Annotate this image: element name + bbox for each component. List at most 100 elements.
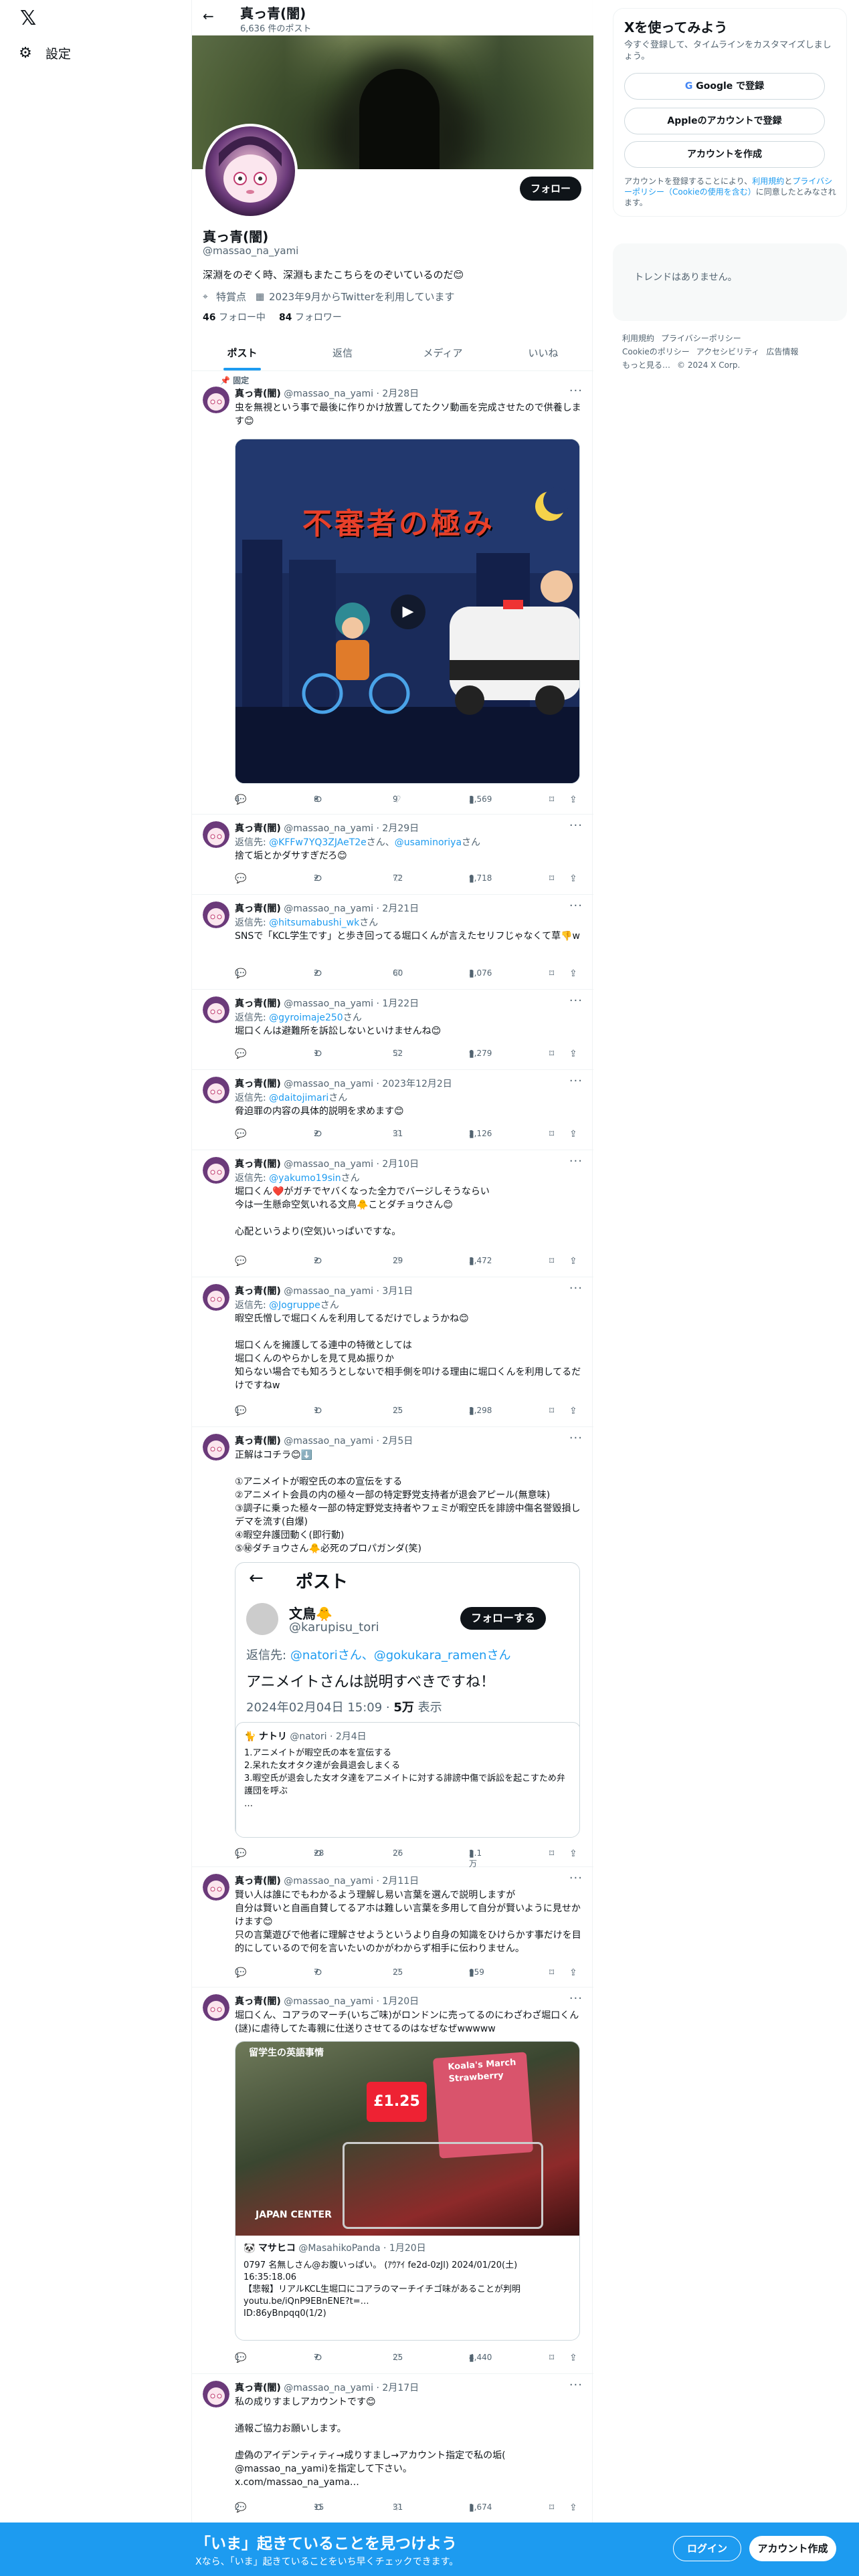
tweet-date[interactable]: 2月17日 [382,2383,419,2393]
footer-link[interactable]: 広告情報 [766,345,798,358]
more-icon[interactable]: ··· [569,384,583,398]
tweet-date[interactable]: 1月20日 [382,1996,419,2007]
tweet-author-name[interactable]: 真っ青(闇) [235,1876,281,1887]
more-icon[interactable]: ··· [569,994,583,1008]
login-button[interactable]: ログイン [673,2536,741,2561]
google-signup-button[interactable]: G Google で登録 [624,73,825,100]
tweet-date[interactable]: 2月21日 [382,903,419,914]
tweet-author-handle[interactable]: @massao_na_yami [284,1286,373,1297]
more-icon[interactable]: ··· [569,1992,583,2006]
more-icon[interactable]: ··· [569,1154,583,1168]
reply-to-link[interactable]: @usaminoriya [395,837,462,848]
tweet[interactable]: 真っ青(闇) @massao_na_yami · 2023年12月2日 ··· … [192,1070,593,1150]
reply-to-link[interactable]: @daitojimari [269,1093,328,1103]
tab-posts[interactable]: ポスト [192,336,292,370]
avatar[interactable] [203,1434,229,1461]
tweet-video[interactable]: 不審者の極み ▶ [235,439,580,784]
more-icon[interactable]: ··· [569,2378,583,2392]
avatar[interactable] [203,1874,229,1901]
tweet-author-handle[interactable]: @massao_na_yami [284,903,373,914]
back-arrow-icon[interactable]: ← [203,8,214,24]
reply-to-link[interactable]: @yakumo19sin [269,1173,341,1184]
more-icon[interactable]: ··· [569,899,583,913]
footer-link[interactable]: 利用規約 [622,332,654,345]
tab-replies[interactable]: 返信 [292,336,393,370]
tweet-author-handle[interactable]: @massao_na_yami [284,998,373,1009]
tweet-date[interactable]: 2月28日 [382,389,419,399]
quoted-tweet[interactable]: Koala's March Strawberry £1.25 留学生の英語事情 … [235,2041,580,2341]
tweet-author-handle[interactable]: @massao_na_yami [284,2383,373,2393]
reply-to-link[interactable]: @hitsumabushi_wk [269,918,359,928]
signup-button[interactable]: アカウント作成 [749,2536,836,2561]
footer-link[interactable]: プライバシーポリシー [661,332,741,345]
tweet-author-name[interactable]: 真っ青(闇) [235,998,281,1009]
more-icon[interactable]: ··· [569,1871,583,1885]
tweet-author-handle[interactable]: @massao_na_yami [284,1159,373,1170]
avatar[interactable] [203,1077,229,1103]
terms-link[interactable]: 利用規約 [752,177,784,186]
following-link[interactable]: 46 フォロー中 [203,310,266,324]
x-logo-icon[interactable]: 𝕏 [20,7,44,31]
tweet-date[interactable]: 3月1日 [382,1286,413,1297]
tweet-date[interactable]: 2月5日 [382,1436,413,1446]
tweet-image-screenshot[interactable]: ← ポスト 文鳥🐥 @karupisu_tori フォローする 返信先: @na… [235,1562,580,1838]
tweet-author-name[interactable]: 真っ青(闇) [235,903,281,914]
tweet-author-handle[interactable]: @massao_na_yami [284,1436,373,1446]
tweet[interactable]: 真っ青(闇) @massao_na_yami · 3月1日 ··· 返信先: @… [192,1277,593,1427]
cookie-link[interactable]: （Cookieの使用を含む） [664,187,756,197]
tweet-author-handle[interactable]: @massao_na_yami [284,1079,373,1089]
footer-link[interactable]: アクセシビリティ [696,345,760,358]
avatar[interactable] [203,821,229,848]
tweet[interactable]: 真っ青(闇) @massao_na_yami · 2月21日 ··· 返信先: … [192,895,593,990]
more-icon[interactable]: ··· [569,1431,583,1445]
more-icon[interactable]: ··· [569,1281,583,1295]
reply-to-link[interactable]: @Jogruppe [269,1300,320,1311]
followers-link[interactable]: 84 フォロワー [279,310,342,324]
avatar[interactable] [203,901,229,928]
tweet[interactable]: 真っ青(闇) @massao_na_yami · 2月29日 ··· 返信先: … [192,815,593,895]
avatar[interactable] [203,996,229,1023]
follow-button[interactable]: フォロー [519,177,581,201]
tweet[interactable]: 真っ青(闇) @massao_na_yami · 1月20日 ··· 堀口くん、… [192,1988,593,2374]
tweet-author-handle[interactable]: @massao_na_yami [284,1876,373,1887]
tweet[interactable]: 真っ青(闇) @massao_na_yami · 2月17日 ··· 私の成りす… [192,2374,593,2523]
play-icon[interactable]: ▶ [391,595,425,629]
tweet-author-name[interactable]: 真っ青(闇) [235,389,281,399]
tweet[interactable]: 真っ青(闇) @massao_na_yami · 2月28日 ··· 虫を無視と… [192,380,593,815]
footer-link[interactable]: Cookieのポリシー [622,345,690,358]
more-icon[interactable]: ··· [569,1074,583,1088]
apple-signup-button[interactable]: Appleのアカウントで登録 [624,108,825,134]
tab-media[interactable]: メディア [393,336,493,370]
tweet-author-handle[interactable]: @massao_na_yami [284,389,373,399]
tweet-date[interactable]: 2月29日 [382,823,419,834]
tweet-author-name[interactable]: 真っ青(闇) [235,1436,281,1446]
tweet-author-handle[interactable]: @massao_na_yami [284,823,373,834]
avatar[interactable] [203,1157,229,1184]
more-icon[interactable]: ··· [569,819,583,833]
nav-settings[interactable]: ⚙ 設定 [17,44,71,62]
create-account-button[interactable]: アカウントを作成 [624,141,825,168]
tweet[interactable]: 真っ青(闇) @massao_na_yami · 1月22日 ··· 返信先: … [192,990,593,1070]
footer-link[interactable]: もっと見る… [622,358,670,372]
tweet[interactable]: 真っ青(闇) @massao_na_yami · 2月10日 ··· 返信先: … [192,1150,593,1277]
avatar[interactable] [203,2381,229,2407]
profile-avatar[interactable] [203,124,298,219]
avatar[interactable] [203,387,229,413]
tweet[interactable]: 真っ青(闇) @massao_na_yami · 2月5日 ··· 正解はコチラ… [192,1427,593,1868]
tweet-author-name[interactable]: 真っ青(闇) [235,2383,281,2393]
tweet-date[interactable]: 1月22日 [382,998,419,1009]
tweet[interactable]: 真っ青(闇) @massao_na_yami · 2月11日 ··· 賢い人は誰… [192,1867,593,1988]
tweet-author-name[interactable]: 真っ青(闇) [235,1079,281,1089]
tab-likes[interactable]: いいね [493,336,593,370]
tweet-date[interactable]: 2月10日 [382,1159,419,1170]
reply-to-link[interactable]: @KFFw7YQ3ZJAeT2e [269,837,367,848]
avatar[interactable] [203,1994,229,2021]
tweet-date[interactable]: 2月11日 [382,1876,419,1887]
tweet-author-name[interactable]: 真っ青(闇) [235,1996,281,2007]
tweet-author-name[interactable]: 真っ青(闇) [235,1286,281,1297]
tweet-author-handle[interactable]: @massao_na_yami [284,1996,373,2007]
tweet-author-name[interactable]: 真っ青(闇) [235,1159,281,1170]
tweet-date[interactable]: 2023年12月2日 [382,1079,452,1089]
reply-to-link[interactable]: @gyroimaje250 [269,1012,343,1023]
avatar[interactable] [203,1284,229,1311]
